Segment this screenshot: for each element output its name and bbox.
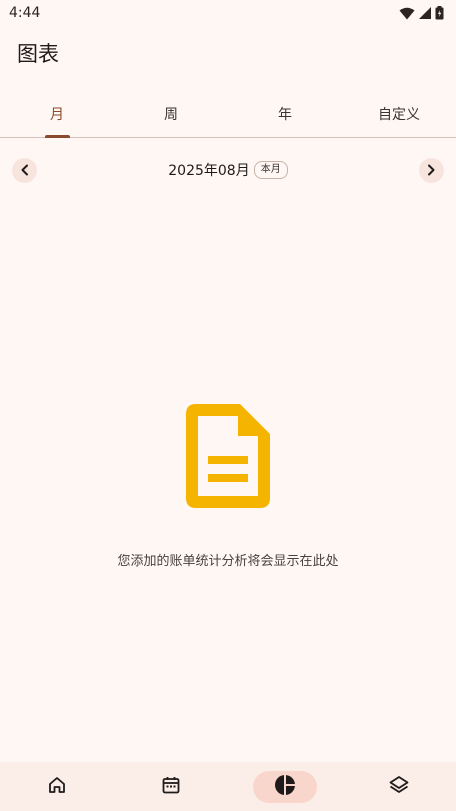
bottom-navigation [0,762,456,811]
tab-label: 自定义 [378,106,420,123]
nav-pill [139,771,203,803]
tab-indicator [44,135,70,138]
status-time: 4:44 [9,5,41,21]
signal-icon [419,7,431,19]
tab-custom[interactable]: 自定义 [342,90,456,137]
chevron-left-icon [19,161,31,180]
tab-label: 年 [278,106,292,123]
layers-icon [388,774,410,800]
tab-label: 月 [50,106,64,123]
tab-week[interactable]: 周 [114,90,228,137]
previous-period-button[interactable] [12,157,37,183]
nav-home[interactable] [0,762,114,811]
current-month-badge[interactable]: 本月 [253,161,288,179]
battery-icon [435,6,444,20]
current-period-label: 2025年08月 [168,163,250,179]
period-tabs: 月 周 年 自定义 [0,90,456,138]
date-display: 2025年08月 本月 [168,160,288,180]
date-navigator: 2025年08月 本月 [12,156,444,184]
calendar-icon [161,775,181,799]
home-icon [47,775,67,799]
pie-chart-icon [274,774,296,800]
document-icon [186,404,270,512]
nav-pill [367,771,431,803]
next-period-button[interactable] [418,157,444,183]
nav-pill-active [253,770,317,803]
nav-calendar[interactable] [114,762,228,811]
page-title: 图表 [17,42,59,66]
chevron-right-icon [425,161,437,180]
status-bar: 4:44 [0,0,456,26]
nav-charts[interactable] [228,762,342,811]
tab-month[interactable]: 月 [0,90,114,138]
empty-state: 您添加的账单统计分析将会显示在此处 [0,404,456,569]
tab-label: 周 [164,106,178,123]
empty-state-message: 您添加的账单统计分析将会显示在此处 [117,554,339,569]
nav-pill [25,771,89,803]
wifi-icon [399,7,415,20]
nav-more[interactable] [342,762,456,811]
status-icons [399,6,444,20]
tab-year[interactable]: 年 [228,90,342,137]
